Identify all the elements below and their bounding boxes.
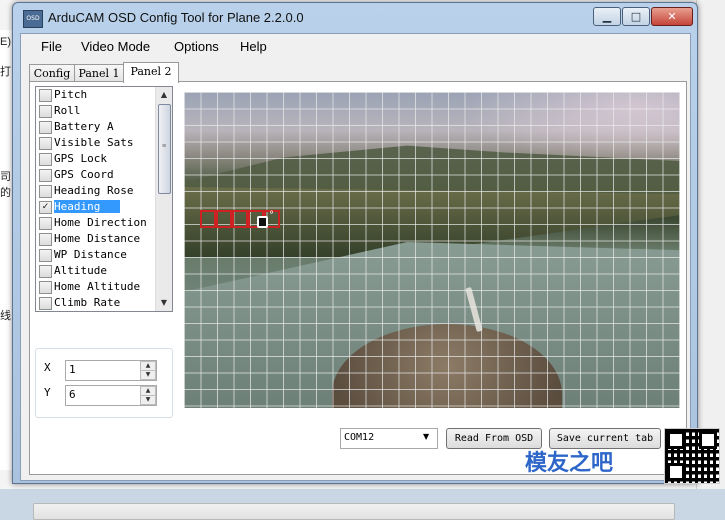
item-label: Climb Rate	[54, 296, 121, 309]
list-scrollbar[interactable]: ▲ ≡ ▼	[155, 87, 172, 311]
scroll-up-icon[interactable]: ▲	[156, 87, 172, 102]
app-logo-icon: OSD	[23, 10, 43, 28]
window-client-area: File Video Mode Options Help Config Pane…	[20, 33, 691, 520]
chevron-down-icon[interactable]: ▼	[423, 432, 429, 441]
qr-code	[664, 428, 720, 484]
tab-panel-1[interactable]: Panel 1	[74, 64, 124, 82]
close-button[interactable]: ✕	[651, 7, 693, 26]
menu-file[interactable]: File	[41, 39, 62, 54]
item-label: Home Direction	[54, 216, 147, 229]
item-checkbox[interactable]	[39, 137, 52, 150]
window-title: ArduCAM OSD Config Tool for Plane 2.2.0.…	[48, 10, 304, 25]
position-group: X 1 ▲ ▼ Y 6 ▲ ▼	[35, 348, 173, 418]
y-decrement-icon[interactable]: ▼	[140, 395, 156, 405]
item-checkbox[interactable]	[39, 297, 52, 310]
list-item[interactable]: Roll	[36, 103, 155, 119]
item-label: Pitch	[54, 88, 88, 101]
character-grid	[184, 92, 680, 408]
x-stepper[interactable]: 1 ▲ ▼	[65, 360, 157, 381]
item-checkbox[interactable]	[39, 217, 52, 230]
item-checkbox[interactable]	[39, 153, 52, 166]
com-port-value: COM12	[344, 432, 375, 443]
menu-options[interactable]: Options	[174, 39, 219, 54]
item-label: Home Distance	[54, 232, 141, 245]
watermark-logo: 模友之吧	[525, 451, 614, 476]
item-label: Home Altitude	[54, 280, 141, 293]
list-item[interactable]: ✓ Heading	[36, 199, 155, 215]
qr-finder	[667, 431, 685, 449]
item-label: GPS Coord	[54, 168, 114, 181]
item-label: WP Distance	[54, 248, 127, 261]
item-label: Altitude	[54, 264, 107, 277]
item-checkbox[interactable]	[39, 249, 52, 262]
list-item[interactable]: GPS Coord	[36, 167, 155, 183]
menu-video-mode[interactable]: Video Mode	[81, 39, 150, 54]
item-checkbox[interactable]	[39, 265, 52, 278]
item-label: Heading Rose	[54, 184, 134, 197]
item-label: Roll	[54, 104, 81, 117]
y-stepper[interactable]: 6 ▲ ▼	[65, 385, 157, 406]
maximize-button[interactable]: □	[622, 7, 650, 26]
list-item[interactable]: Climb Rate	[36, 295, 155, 311]
background-right-pane	[696, 0, 725, 489]
x-value: 1	[69, 363, 76, 376]
heading-cell[interactable]	[200, 210, 216, 228]
com-port-select[interactable]: COM12 ▼	[340, 428, 438, 449]
item-checkbox[interactable]: ✓	[39, 201, 52, 214]
background-text-2: 打	[0, 66, 11, 78]
heading-symbol-icon	[257, 216, 268, 228]
background-text-1: E)	[0, 36, 11, 48]
item-label: GPS Lock	[54, 152, 107, 165]
item-checkbox[interactable]	[39, 121, 52, 134]
tab-config[interactable]: Config	[29, 64, 75, 82]
list-item[interactable]: Home Direction	[36, 215, 155, 231]
item-checkbox[interactable]	[39, 105, 52, 118]
item-label: Battery A	[54, 120, 114, 133]
list-item[interactable]: GPS Lock	[36, 151, 155, 167]
status-progress-bar	[33, 503, 675, 520]
y-label: Y	[44, 386, 51, 399]
grip-icon: ≡	[162, 143, 167, 150]
item-checkbox[interactable]	[39, 281, 52, 294]
panel-2-page: Pitch Roll Battery A Visible Sats GPS Lock GP…	[29, 81, 687, 520]
list-item[interactable]: Battery A	[36, 119, 155, 135]
x-decrement-icon[interactable]: ▼	[140, 370, 156, 380]
list-item[interactable]: Home Altitude	[36, 279, 155, 295]
scroll-down-icon[interactable]: ▼	[156, 295, 172, 310]
item-checkbox[interactable]	[39, 89, 52, 102]
scroll-thumb[interactable]: ≡	[158, 104, 171, 194]
x-label: X	[44, 361, 51, 374]
menu-help[interactable]: Help	[240, 39, 267, 54]
item-checkbox[interactable]	[39, 233, 52, 246]
tab-panel-2[interactable]: Panel 2	[123, 62, 179, 83]
minimize-button[interactable]: ▁	[593, 7, 621, 26]
osd-preview-canvas[interactable]: °	[184, 92, 680, 408]
item-checkbox[interactable]	[39, 185, 52, 198]
heading-degree-symbol: °	[269, 210, 274, 221]
list-item[interactable]: Home Distance	[36, 231, 155, 247]
title-bar[interactable]: OSD ArduCAM OSD Config Tool for Plane 2.…	[13, 3, 697, 33]
list-item[interactable]: Altitude	[36, 263, 155, 279]
item-checkbox[interactable]	[39, 169, 52, 182]
list-item[interactable]: Visible Sats	[36, 135, 155, 151]
main-window: OSD ArduCAM OSD Config Tool for Plane 2.…	[12, 2, 698, 520]
heading-cell[interactable]	[216, 210, 232, 228]
heading-cell[interactable]	[232, 210, 248, 228]
panel-item-list[interactable]: Pitch Roll Battery A Visible Sats GPS Lock GP…	[35, 86, 173, 312]
list-item[interactable]: Pitch	[36, 87, 155, 103]
menu-bar: File Video Mode Options Help	[21, 34, 690, 59]
qr-finder	[699, 431, 717, 449]
list-item[interactable]: Heading Rose	[36, 183, 155, 199]
item-label: Visible Sats	[54, 136, 134, 149]
background-text-4: 线	[0, 310, 11, 322]
qr-finder	[667, 463, 685, 481]
item-label: Heading	[54, 200, 121, 213]
list-item[interactable]: WP Distance	[36, 247, 155, 263]
y-value: 6	[69, 388, 76, 401]
